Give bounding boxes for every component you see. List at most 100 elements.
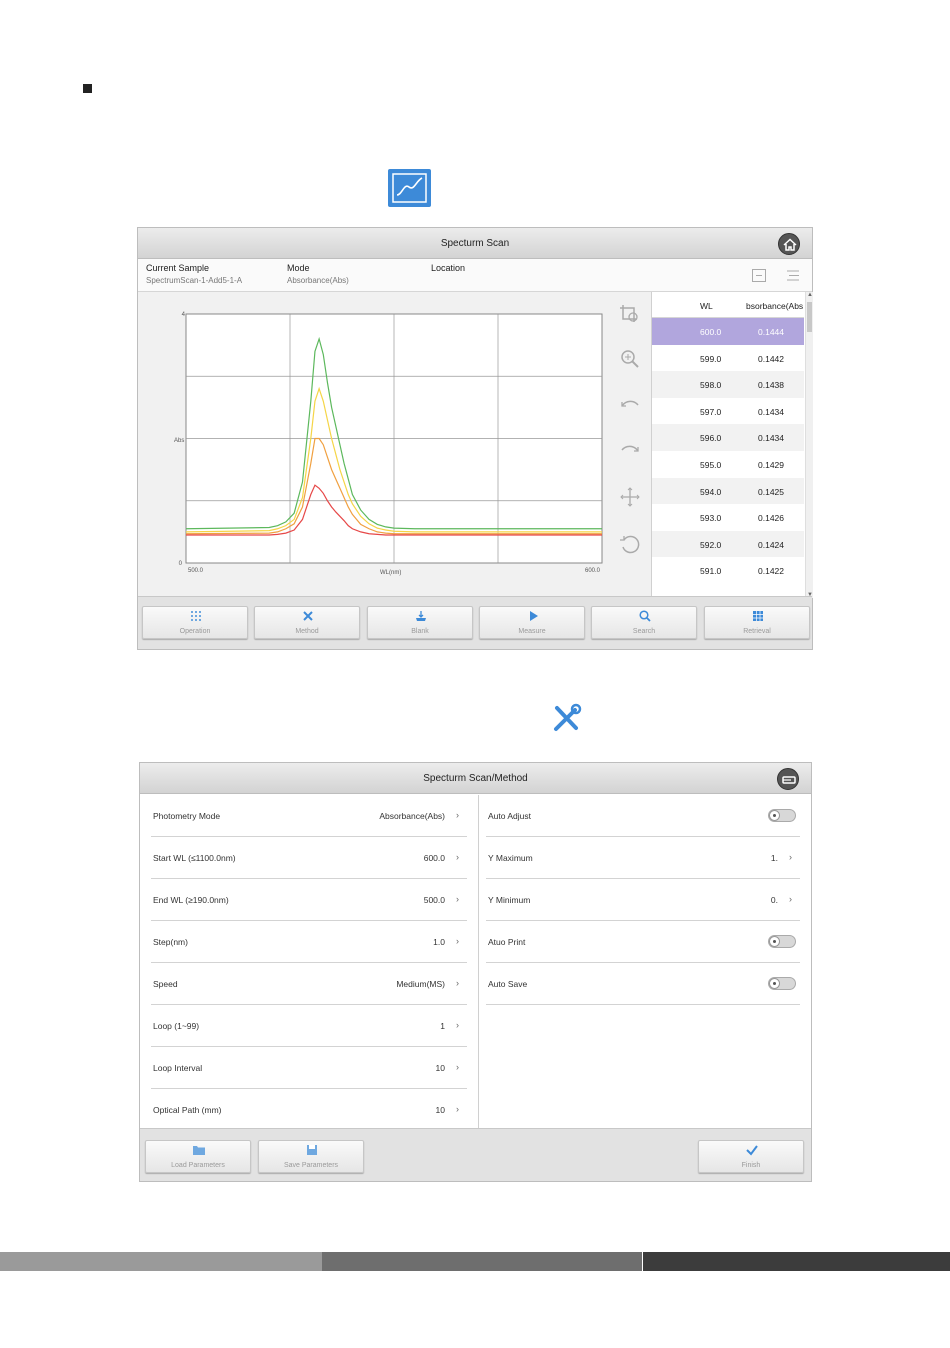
chevron-right-icon: › xyxy=(456,894,459,904)
chevron-right-icon: › xyxy=(456,978,459,988)
measure-button[interactable]: Measure xyxy=(479,606,585,639)
spectrum-scan-icon[interactable] xyxy=(388,169,431,207)
table-row[interactable]: 598.0 0.1438 xyxy=(652,371,804,398)
finish-button[interactable]: Finish xyxy=(698,1140,804,1173)
cell-wl: 591.0 xyxy=(700,566,722,577)
column-header-wl: WL xyxy=(700,301,713,311)
table-row[interactable]: 599.0 0.1442 xyxy=(652,345,804,372)
table-row[interactable]: 597.0 0.1434 xyxy=(652,398,804,425)
setting-row[interactable]: Start WL (≤1100.0nm) 600.0 › xyxy=(151,837,467,879)
bottom-toolbar: Operation Method Blank Measure Search Re… xyxy=(138,596,812,649)
setting-label: Step(nm) xyxy=(153,937,188,947)
footer-strip-light xyxy=(0,1252,322,1271)
table-row[interactable]: 596.0 0.1434 xyxy=(652,424,804,451)
collapse-icon[interactable] xyxy=(752,269,766,282)
save-parameters-button[interactable]: Save Parameters xyxy=(258,1140,364,1173)
setting-row[interactable]: Y Minimum 0. › xyxy=(486,879,800,921)
table-row[interactable]: 592.0 0.1424 xyxy=(652,530,804,558)
setting-label: Speed xyxy=(153,979,178,989)
setting-label: Optical Path (mm) xyxy=(153,1105,222,1115)
x-axis-label: WL(nm) xyxy=(380,570,401,576)
redo-icon[interactable] xyxy=(618,439,642,463)
setting-label: Auto Save xyxy=(488,979,528,989)
setting-value: 10 xyxy=(435,1063,445,1073)
checkmark-icon xyxy=(746,1145,758,1156)
spectrum-chart[interactable]: Abs WL(nm) 500.0 600.0 0 4 xyxy=(138,292,651,598)
method-tools-icon[interactable] xyxy=(549,702,583,736)
home-button[interactable] xyxy=(778,233,800,255)
setting-row[interactable]: Auto Save xyxy=(486,963,800,1005)
tools-icon xyxy=(303,611,313,621)
move-icon[interactable] xyxy=(618,485,642,509)
scroll-thumb[interactable] xyxy=(807,302,812,332)
retrieval-button[interactable]: Retrieval xyxy=(704,606,810,639)
crop-zoom-icon[interactable] xyxy=(618,302,642,326)
setting-row[interactable]: Auto Adjust xyxy=(486,795,800,837)
footer-strip-mid xyxy=(322,1252,642,1271)
y-tick-label-min: 0 xyxy=(179,561,183,567)
table-row[interactable]: 594.0 0.1425 xyxy=(652,477,804,505)
cell-abs: 0.1425 xyxy=(758,486,784,497)
setting-row[interactable]: Atuo Print xyxy=(486,921,800,963)
cell-wl: 600.0 xyxy=(700,327,722,337)
method-label: Method xyxy=(295,628,319,635)
cell-wl: 595.0 xyxy=(700,460,722,470)
save-icon xyxy=(307,1145,317,1155)
setting-value: 1 xyxy=(440,1021,445,1031)
setting-row[interactable]: Loop Interval 10 › xyxy=(151,1047,467,1089)
current-sample-value: SpectrumScan-1-Add5-1-A xyxy=(146,276,243,285)
setting-row[interactable]: Optical Path (mm) 10 › xyxy=(151,1089,467,1128)
table-row[interactable]: 593.0 0.1426 xyxy=(652,504,804,531)
setting-label: Atuo Print xyxy=(488,937,526,947)
operation-button[interactable]: Operation xyxy=(142,606,248,639)
cell-abs: 0.1426 xyxy=(758,513,784,524)
table-row[interactable]: 595.0 0.1429 xyxy=(652,451,804,478)
chevron-right-icon: › xyxy=(456,936,459,946)
play-icon xyxy=(530,611,538,621)
spectrum-scan-window: Specturm Scan Current Sample SpectrumSca… xyxy=(137,227,813,650)
blank-button[interactable]: Blank xyxy=(367,606,473,639)
data-table[interactable]: WL bsorbance(Abs 600.0 0.1444 599.0 0.1442 5… xyxy=(651,292,813,598)
table-scrollbar[interactable]: ▲ ▼ xyxy=(805,292,813,598)
setting-row[interactable]: Y Maximum 1. › xyxy=(486,837,800,879)
zoom-in-icon[interactable] xyxy=(618,347,642,371)
setting-row[interactable]: Speed Medium(MS) › xyxy=(151,963,467,1005)
undo-icon[interactable] xyxy=(618,394,642,418)
cell-abs: 0.1434 xyxy=(758,433,784,444)
setting-row[interactable]: Step(nm) 1.0 › xyxy=(151,921,467,963)
setting-value: 1.0 xyxy=(433,937,445,947)
setting-row[interactable]: Loop (1~99) 1 › xyxy=(151,1005,467,1047)
cell-wl: 592.0 xyxy=(700,539,722,550)
blank-icon xyxy=(416,611,426,621)
setting-label: Start WL (≤1100.0nm) xyxy=(153,853,236,863)
setting-value: Absorbance(Abs) xyxy=(379,811,445,821)
table-header: WL bsorbance(Abs xyxy=(652,292,804,318)
footer-strip-dark xyxy=(643,1252,950,1271)
method-button[interactable]: Method xyxy=(254,606,360,639)
scroll-up-icon[interactable]: ▲ xyxy=(807,292,813,298)
setting-value: 1. xyxy=(770,853,778,863)
cell-wl: 596.0 xyxy=(700,433,722,444)
toggle-switch[interactable] xyxy=(768,809,796,822)
list-view-icon[interactable] xyxy=(786,269,800,282)
toggle-switch[interactable] xyxy=(768,977,796,990)
back-button[interactable] xyxy=(777,768,799,790)
table-row[interactable]: 600.0 0.1444 xyxy=(652,318,804,345)
load-parameters-button[interactable]: Load Parameters xyxy=(145,1140,251,1173)
chevron-right-icon: › xyxy=(456,1020,459,1030)
setting-row[interactable]: Photometry Mode Absorbance(Abs) › xyxy=(151,795,467,837)
bullet-marker xyxy=(83,84,92,93)
cell-abs: 0.1434 xyxy=(758,406,784,417)
setting-value: 10 xyxy=(435,1105,445,1115)
table-row[interactable]: 591.0 0.1422 xyxy=(652,557,804,584)
setting-row[interactable]: End WL (≥190.0nm) 500.0 › xyxy=(151,879,467,921)
toggle-switch[interactable] xyxy=(768,935,796,948)
x-tick-label-min: 500.0 xyxy=(188,568,204,574)
search-button[interactable]: Search xyxy=(591,606,697,639)
title-bar: Specturm Scan xyxy=(138,228,812,259)
sample-info-bar: Current Sample SpectrumScan-1-Add5-1-A M… xyxy=(138,259,812,292)
reset-icon[interactable] xyxy=(618,532,642,556)
setting-label: Y Minimum xyxy=(488,895,531,905)
chevron-right-icon: › xyxy=(789,894,792,904)
folder-icon xyxy=(193,1146,205,1155)
